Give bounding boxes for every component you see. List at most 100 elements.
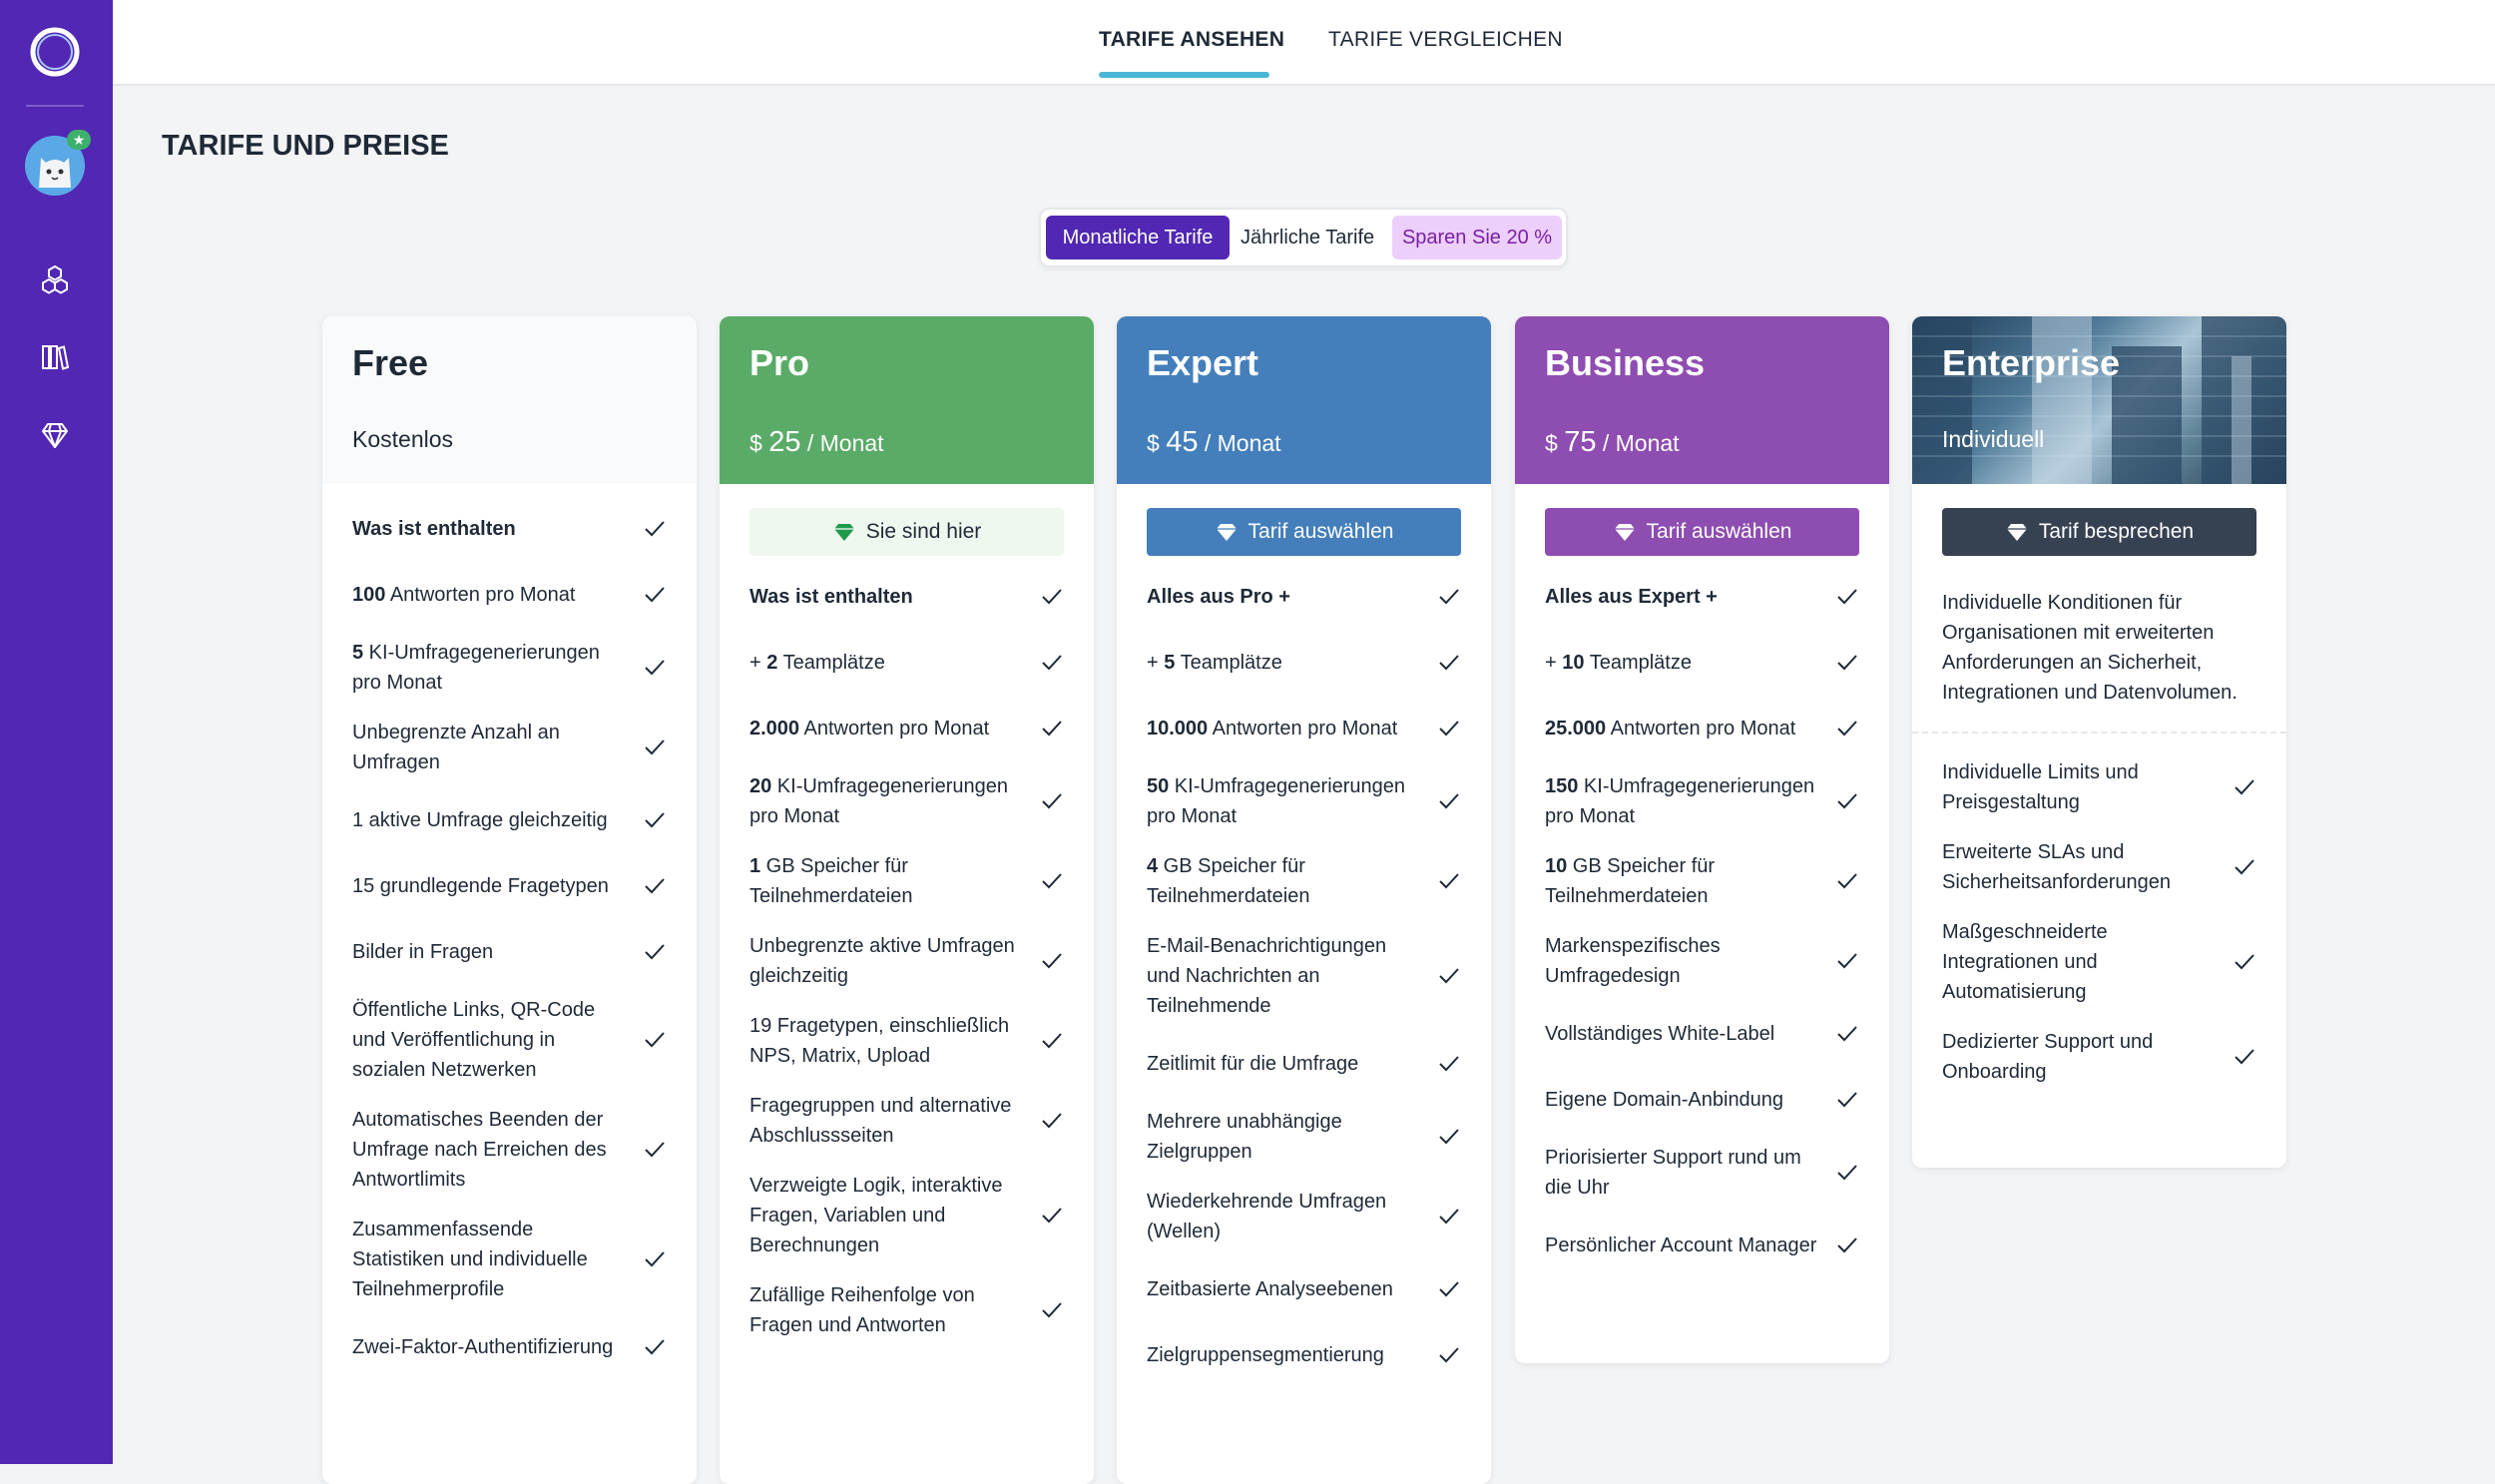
- feature-highlight: 5: [352, 642, 364, 664]
- feature-item: Priorisierter Support rund um die Uhr: [1545, 1133, 1859, 1213]
- price-currency: $: [1545, 430, 1558, 456]
- feature-label: Persönlicher Account Manager: [1545, 1235, 1817, 1256]
- feature-label: 1 aktive Umfrage gleichzeitig: [352, 809, 608, 831]
- button-label: Tarif auswählen: [1248, 520, 1394, 543]
- check-icon: [645, 1251, 665, 1267]
- feature-label: Fragegruppen und alternative Abschlussse…: [749, 1095, 1012, 1147]
- feature-list: Was ist enthalten + 2 Teamplätze 2.000 Ant…: [720, 564, 1094, 1350]
- feature-text: Was ist enthalten: [352, 514, 516, 544]
- check-icon: [645, 1339, 665, 1355]
- plan-header: Expert $ 45 / Monat: [1117, 316, 1491, 484]
- plan-header: Business $ 75 / Monat: [1515, 316, 1889, 484]
- price-period: / Monat: [1596, 430, 1680, 456]
- feature-item: Was ist enthalten: [352, 496, 667, 562]
- select-plan-button[interactable]: Tarif auswählen: [1147, 508, 1461, 556]
- feature-item: Unbegrenzte aktive Umfragen gleichzeitig: [749, 921, 1064, 1001]
- feature-label: Antworten pro Monat: [1606, 718, 1796, 740]
- feature-item: 150 KI-Umfragegenerierungen pro Monat: [1545, 761, 1859, 841]
- button-label: Tarif auswählen: [1646, 520, 1792, 543]
- feature-item: Fragegruppen und alternative Abschlussse…: [749, 1081, 1064, 1161]
- feature-label: KI-Umfragegenerierungen pro Monat: [352, 642, 600, 694]
- monthly-plans-option[interactable]: Monatliche Tarife: [1046, 216, 1230, 259]
- feature-list: Alles aus Pro + + 5 Teamplätze 10.000 Antw…: [1117, 564, 1491, 1388]
- check-icon: [1042, 589, 1062, 605]
- yearly-plans-option[interactable]: Jährliche Tarife: [1241, 216, 1374, 259]
- feature-item: Was ist enthalten: [749, 564, 1064, 630]
- check-icon: [645, 1032, 665, 1048]
- plan-header: Free Kostenlos: [322, 316, 697, 484]
- check-icon: [2235, 779, 2254, 795]
- diamond-icon[interactable]: [38, 418, 72, 452]
- app-logo-icon[interactable]: [28, 25, 82, 79]
- feature-label: Zeitbasierte Analyseebenen: [1147, 1278, 1393, 1300]
- check-icon: [1042, 1302, 1062, 1318]
- plan-card-free: Free Kostenlos Was ist enthalten 100 Antw…: [322, 316, 697, 1484]
- feature-item: Mehrere unabhängige Zielgruppen: [1147, 1097, 1461, 1177]
- plan-header: Enterprise Individuell: [1912, 316, 2286, 484]
- feature-label: Zielgruppensegmentierung: [1147, 1344, 1384, 1366]
- plan-name: Expert: [1147, 342, 1259, 383]
- feature-highlight: 20: [749, 775, 772, 797]
- check-icon: [1042, 1113, 1062, 1129]
- feature-text: Zeitlimit für die Umfrage: [1147, 1049, 1358, 1079]
- feature-label: GB Speicher für Teilnehmerdateien: [1545, 855, 1716, 907]
- price-period: / Monat: [800, 430, 884, 456]
- price-currency: $: [1147, 430, 1160, 456]
- feature-text: Eigene Domain-Anbindung: [1545, 1085, 1783, 1115]
- check-icon: [1837, 1237, 1857, 1253]
- tab-compare-plans[interactable]: TARIFE VERGLEICHEN: [1328, 28, 1563, 52]
- feature-item: 1 GB Speicher für Teilnehmerdateien: [749, 841, 1064, 921]
- check-icon: [1439, 1347, 1459, 1363]
- check-icon: [645, 521, 665, 537]
- check-icon: [2235, 1049, 2254, 1065]
- price-amount: 75: [1564, 426, 1597, 458]
- plan-name: Enterprise: [1942, 342, 2121, 383]
- check-icon: [645, 812, 665, 828]
- current-plan-button[interactable]: Sie sind hier: [749, 508, 1064, 556]
- feature-item: Markenspezifisches Umfragedesign: [1545, 921, 1859, 1001]
- feature-label: Teamplätze: [1175, 652, 1282, 674]
- feature-text: Zeitbasierte Analyseebenen: [1147, 1274, 1393, 1304]
- feature-text: Fragegruppen und alternative Abschlussse…: [749, 1091, 1022, 1151]
- check-icon: [645, 944, 665, 960]
- check-icon: [1837, 655, 1857, 671]
- check-icon: [645, 740, 665, 755]
- feature-text: 150 KI-Umfragegenerierungen pro Monat: [1545, 771, 1817, 831]
- dashboard-icon[interactable]: [38, 262, 72, 296]
- price-period: / Monat: [1198, 430, 1281, 456]
- check-icon: [1837, 953, 1857, 969]
- feature-text: Unbegrenzte Anzahl an Umfragen: [352, 718, 625, 777]
- feature-label: Zeitlimit für die Umfrage: [1147, 1053, 1359, 1075]
- feature-highlight: 50: [1147, 775, 1170, 797]
- feature-text: 10 GB Speicher für Teilnehmerdateien: [1545, 851, 1817, 911]
- feature-item: Zielgruppensegmentierung: [1147, 1322, 1461, 1388]
- check-icon: [1042, 1208, 1062, 1224]
- tab-view-plans[interactable]: TARIFE ANSEHEN: [1099, 28, 1284, 52]
- feature-text: Verzweigte Logik, interaktive Fragen, Va…: [749, 1171, 1022, 1260]
- feature-item: Erweiterte SLAs und Sicherheitsanforderu…: [1942, 827, 2256, 907]
- diamond-icon: [1216, 524, 1237, 541]
- select-plan-button[interactable]: Tarif auswählen: [1545, 508, 1859, 556]
- discuss-plan-button[interactable]: Tarif besprechen: [1942, 508, 2256, 556]
- plan-card-expert: Expert $ 45 / Monat Tarif auswählen Alle…: [1117, 316, 1491, 1484]
- check-icon: [1439, 655, 1459, 671]
- feature-item: Vollständiges White-Label: [1545, 1001, 1859, 1067]
- plan-price: $ 25 / Monat: [749, 426, 884, 459]
- feature-label: 15 grundlegende Fragetypen: [352, 875, 609, 897]
- feature-highlight: Alles aus Expert +: [1545, 586, 1718, 608]
- feature-prefix: +: [1545, 652, 1563, 674]
- check-icon: [645, 1142, 665, 1158]
- library-icon[interactable]: [38, 340, 72, 374]
- avatar-badge: ★: [67, 130, 91, 150]
- feature-text: Wiederkehrende Umfragen (Wellen): [1147, 1187, 1419, 1246]
- feature-label: Teamplätze: [1584, 652, 1692, 674]
- check-icon: [1837, 793, 1857, 809]
- feature-highlight: 1: [749, 855, 761, 877]
- feature-highlight: 25.000: [1545, 718, 1607, 740]
- feature-text: + 5 Teamplätze: [1147, 648, 1282, 678]
- check-icon: [2235, 859, 2254, 875]
- feature-highlight: 10: [1562, 652, 1585, 674]
- check-icon: [1837, 1092, 1857, 1108]
- save-badge[interactable]: Sparen Sie 20 %: [1392, 216, 1562, 259]
- plan-header: Pro $ 25 / Monat: [720, 316, 1094, 484]
